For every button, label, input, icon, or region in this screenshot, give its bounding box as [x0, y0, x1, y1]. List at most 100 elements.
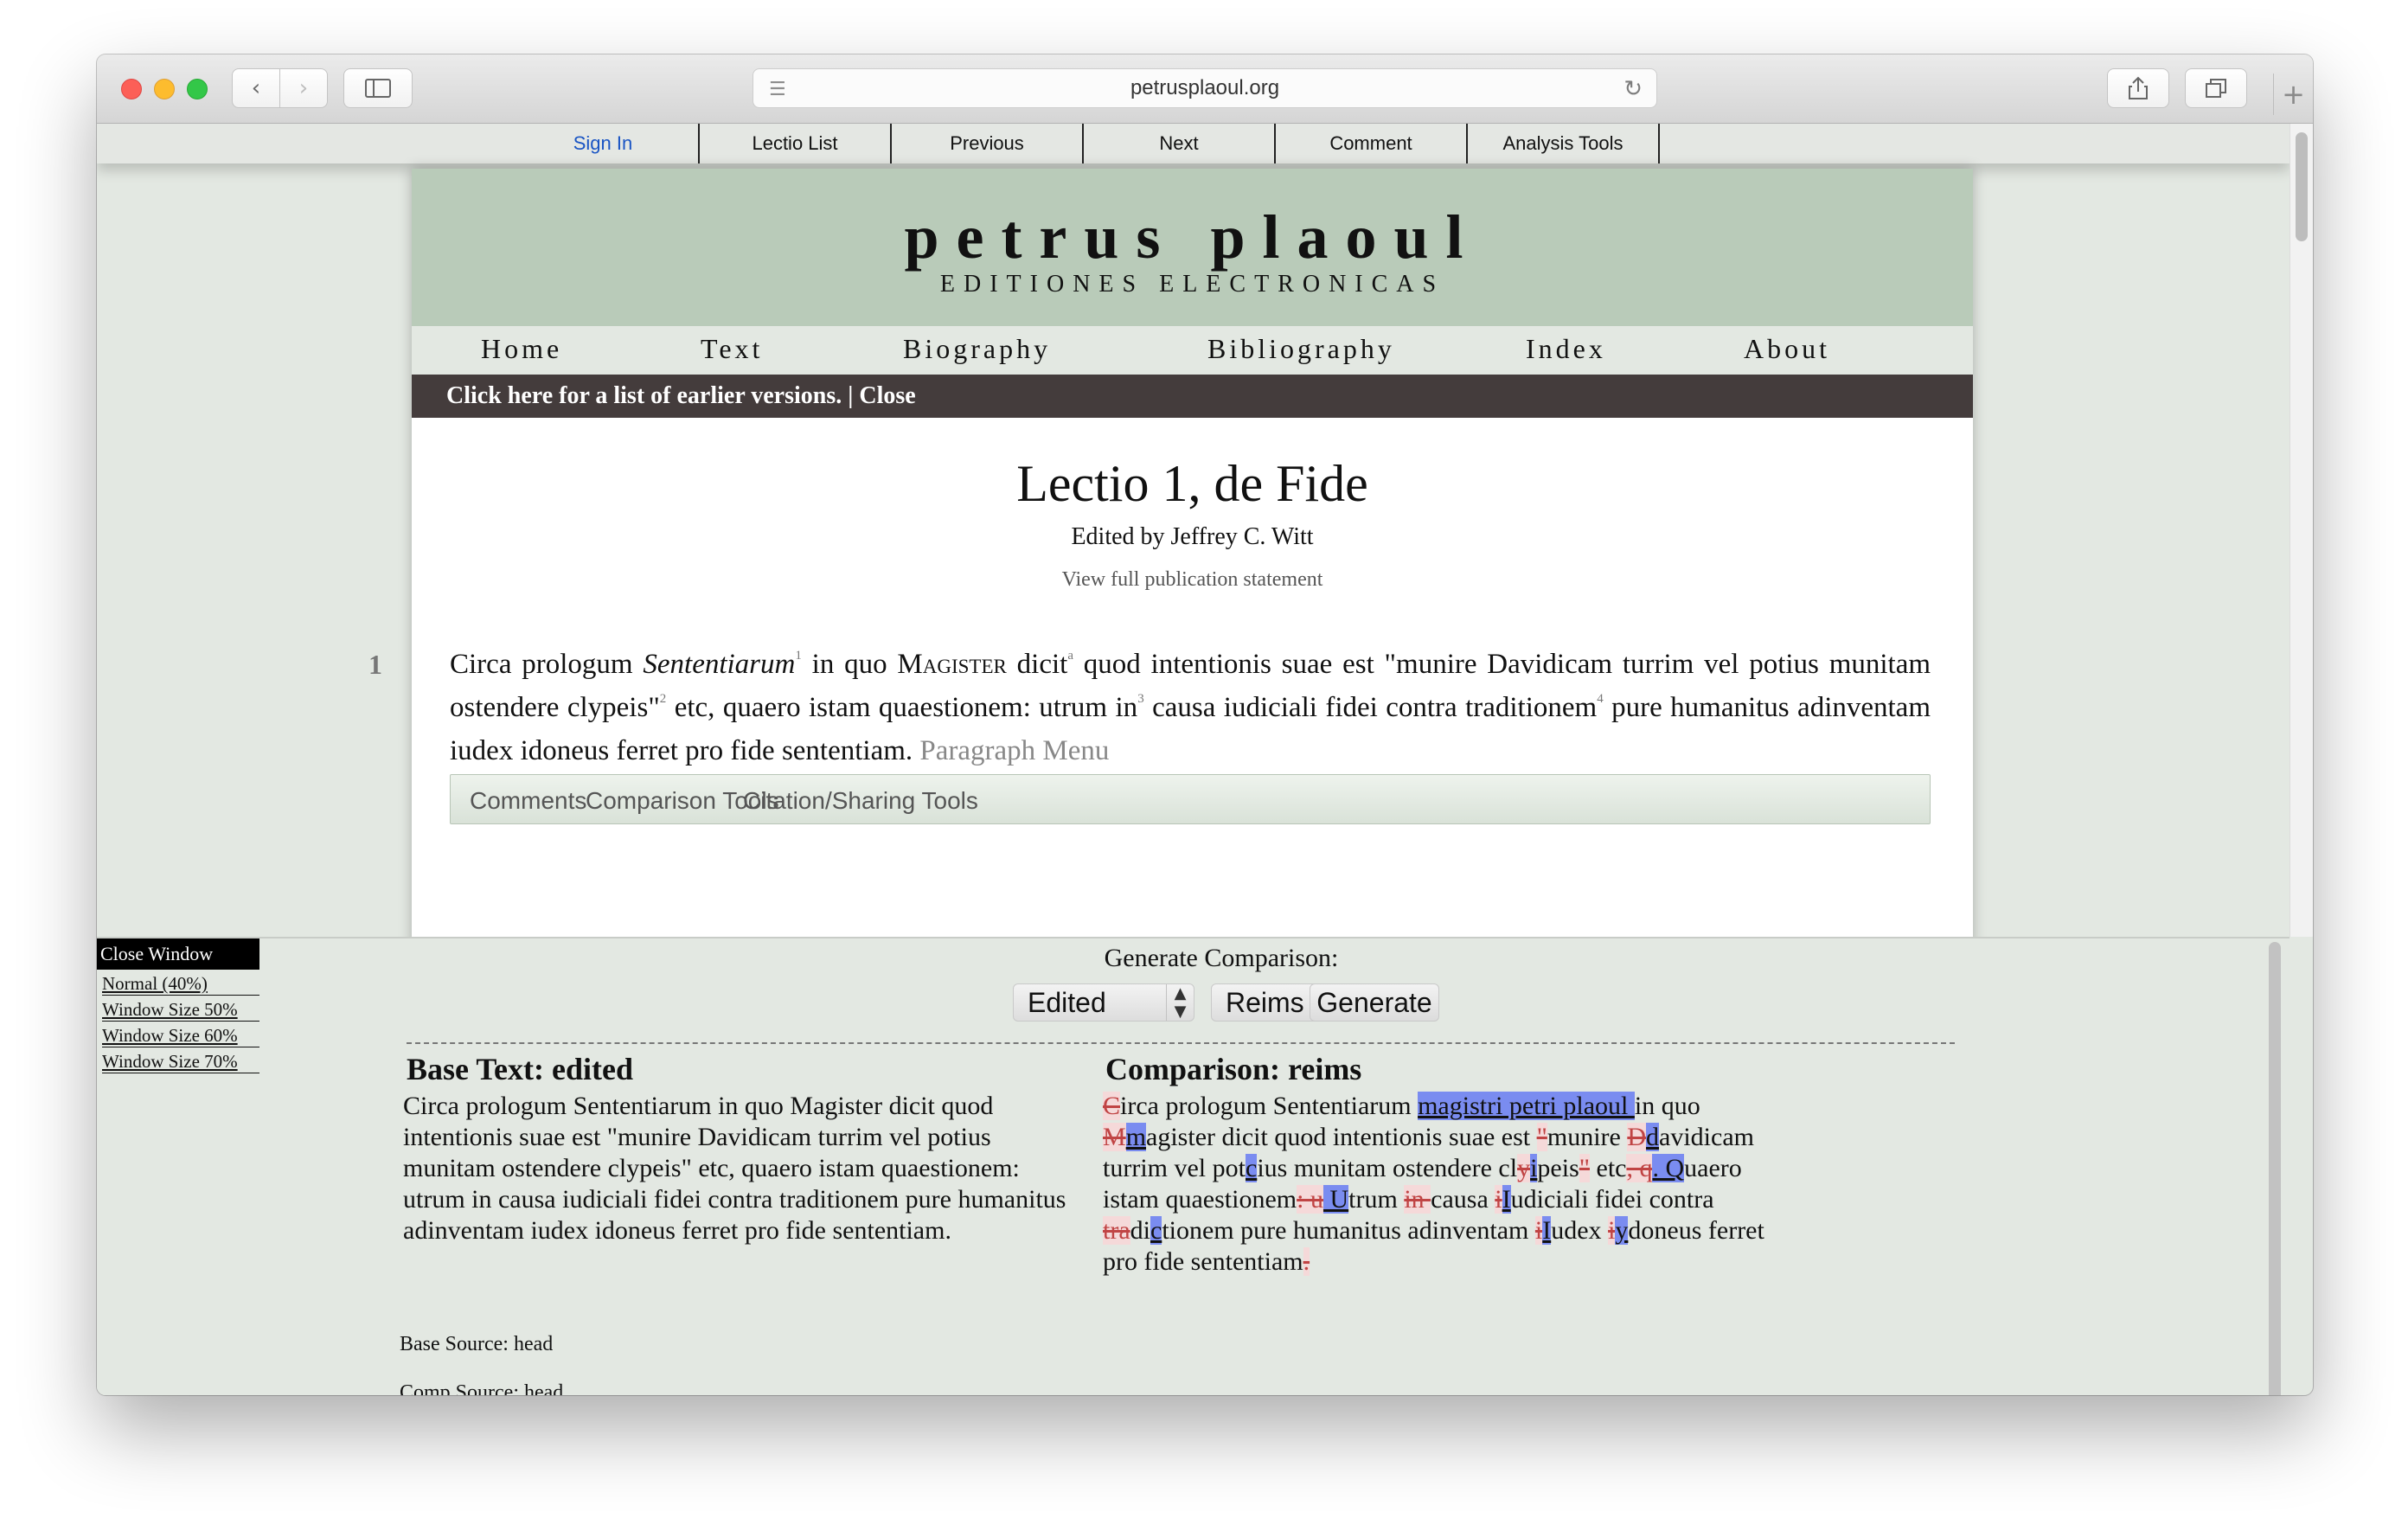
- text: tionem pure humanitus adinventam: [1162, 1216, 1535, 1245]
- tabs-button[interactable]: [2185, 68, 2247, 108]
- nav-bibliography[interactable]: Bibliography: [1207, 333, 1395, 365]
- zoom-window-button[interactable]: [187, 79, 208, 99]
- nav-text[interactable]: Text: [701, 333, 763, 365]
- forward-icon: ›: [298, 75, 309, 101]
- footnote-marker[interactable]: a: [1067, 649, 1073, 663]
- select-arrows-icon: ▲▼: [1166, 984, 1194, 1021]
- para-title-italic: Sententiarum: [643, 649, 796, 680]
- para-text: dicit: [1006, 649, 1068, 680]
- page-scrollbar-thumb[interactable]: [2296, 132, 2308, 241]
- reload-icon[interactable]: ↻: [1623, 76, 1643, 102]
- base-text-body: Circa prologum Sententiarum in quo Magis…: [403, 1092, 1066, 1245]
- site-title[interactable]: petrus plaoul: [412, 202, 1973, 273]
- close-window-button[interactable]: [121, 79, 142, 99]
- para-text: Circa prologum: [450, 649, 644, 680]
- insertion: c: [1245, 1154, 1258, 1182]
- size-normal-link[interactable]: Normal (40%): [102, 973, 259, 996]
- insertion: U: [1322, 1185, 1349, 1214]
- site-toolbar: Sign In Lectio List Previous Next Commen…: [97, 124, 2290, 163]
- size-60-link[interactable]: Window Size 60%: [102, 1025, 259, 1047]
- sidebar-button[interactable]: [343, 68, 413, 108]
- comparison-text-body: Circa prologum Sententiarum magistri pet…: [1103, 1091, 1777, 1278]
- earlier-versions-banner[interactable]: Click here for a list of earlier version…: [412, 375, 1973, 418]
- forward-button[interactable]: ›: [279, 68, 328, 108]
- back-button[interactable]: ‹: [232, 68, 280, 108]
- nav-about[interactable]: About: [1744, 333, 1830, 365]
- comment-link[interactable]: Comment: [1276, 124, 1468, 163]
- sidebar-icon: [365, 79, 391, 98]
- base-text-heading: Base Text: edited: [407, 1052, 634, 1086]
- comparison-heading: Comparison: reims: [1105, 1052, 1362, 1086]
- editor-line: Edited by Jeffrey C. Witt: [1071, 523, 1314, 550]
- site-subtitle: EDITIONES ELECTRONICAS: [939, 271, 1445, 298]
- comp-select-value: Reims: [1226, 986, 1304, 1018]
- para-text: etc, quaero istam quaestionem: utrum in: [666, 692, 1138, 723]
- deletion: ": [1579, 1154, 1590, 1182]
- lectio-list-link[interactable]: Lectio List: [700, 124, 892, 163]
- text: udiciali fidei contra: [1510, 1185, 1714, 1214]
- address-bar[interactable]: ☰ petrusplaoul.org ↻: [752, 68, 1657, 108]
- deletion: , q: [1626, 1154, 1653, 1182]
- tab-citation-sharing-tools[interactable]: Citation/Sharing Tools: [743, 787, 978, 815]
- text: causa: [1431, 1185, 1495, 1214]
- para-name-smallcaps: Magister: [897, 649, 1007, 680]
- sign-in-link[interactable]: Sign In: [508, 124, 700, 163]
- new-tab-icon[interactable]: +: [2273, 74, 2313, 115]
- close-window-link[interactable]: Close Window: [97, 938, 259, 970]
- text: trum: [1348, 1185, 1405, 1214]
- para-text: causa iudiciali fidei contra traditionem: [1143, 692, 1598, 723]
- deletion: D: [1627, 1123, 1647, 1151]
- insertion: I: [1542, 1216, 1552, 1245]
- footnote-marker[interactable]: 3: [1137, 692, 1144, 706]
- main-nav: Home Text Biography Bibliography Index A…: [412, 326, 1973, 375]
- insertion: . Q: [1652, 1154, 1685, 1182]
- footnote-marker[interactable]: 4: [1597, 692, 1604, 706]
- comparison-window: Close Window Normal (40%) Window Size 50…: [97, 937, 2290, 1395]
- paragraph-menu-link[interactable]: Paragraph Menu: [919, 735, 1109, 766]
- minimize-window-button[interactable]: [154, 79, 175, 99]
- nav-home[interactable]: Home: [481, 333, 562, 365]
- divider: [407, 1042, 1955, 1044]
- nav-biography[interactable]: Biography: [903, 333, 1051, 365]
- insertion: magistri petri plaoul: [1418, 1092, 1635, 1120]
- tab-comments[interactable]: Comments: [470, 787, 586, 815]
- publication-statement-link[interactable]: View full publication statement: [412, 568, 1973, 592]
- next-link[interactable]: Next: [1084, 124, 1276, 163]
- paragraph-1: 1 Circa prologum Sententiarum1 in quo Mag…: [368, 643, 1931, 772]
- comp-source-line: Comp Source: head: [400, 1381, 564, 1395]
- text: irca prologum Sententiarum: [1120, 1092, 1419, 1120]
- comparison-scrollbar[interactable]: [2269, 942, 2281, 1395]
- footnote-marker[interactable]: 1: [795, 649, 802, 663]
- browser-window: ‹ › ☰ petrusplaoul.org ↻ + Sign In Lecti…: [97, 54, 2313, 1395]
- deletion: .: [1303, 1247, 1310, 1276]
- base-select-value: Edited: [1028, 986, 1106, 1018]
- deletion: ": [1536, 1123, 1547, 1151]
- generate-button[interactable]: Generate: [1310, 983, 1439, 1022]
- deletion: C: [1103, 1092, 1121, 1120]
- deletion: i: [1534, 1216, 1543, 1245]
- analysis-tools-link[interactable]: Analysis Tools: [1468, 124, 1660, 163]
- text: munire: [1547, 1123, 1628, 1151]
- size-50-link[interactable]: Window Size 50%: [102, 999, 259, 1022]
- reader-icon[interactable]: ☰: [769, 79, 786, 100]
- insertion: y: [1615, 1216, 1629, 1245]
- base-source-line: Base Source: head: [400, 1333, 554, 1355]
- size-70-link[interactable]: Window Size 70%: [102, 1051, 259, 1073]
- deletion: : u: [1297, 1185, 1323, 1214]
- url-text: petrusplaoul.org: [1130, 76, 1280, 99]
- browser-toolbar: ‹ › ☰ petrusplaoul.org ↻ +: [97, 54, 2313, 124]
- lectio-title: Lectio 1, de Fide: [1016, 455, 1368, 512]
- share-button[interactable]: [2107, 68, 2169, 108]
- tabs-icon: [2206, 79, 2226, 98]
- insertion: I: [1502, 1185, 1511, 1214]
- nav-index[interactable]: Index: [1526, 333, 1606, 365]
- text: agister dicit quod intentionis suae est: [1146, 1123, 1537, 1151]
- text: in quo: [1634, 1092, 1700, 1120]
- previous-link[interactable]: Previous: [892, 124, 1084, 163]
- base-text-select[interactable]: Edited ▲ ▼: [1013, 983, 1194, 1022]
- text: peis: [1537, 1154, 1579, 1182]
- page-scrollbar[interactable]: [2290, 124, 2313, 937]
- page-card: petrus plaoul EDITIONES ELECTRONICAS Hom…: [368, 169, 1973, 947]
- text: etc: [1590, 1154, 1627, 1182]
- page-viewport: Sign In Lectio List Previous Next Commen…: [97, 124, 2290, 1395]
